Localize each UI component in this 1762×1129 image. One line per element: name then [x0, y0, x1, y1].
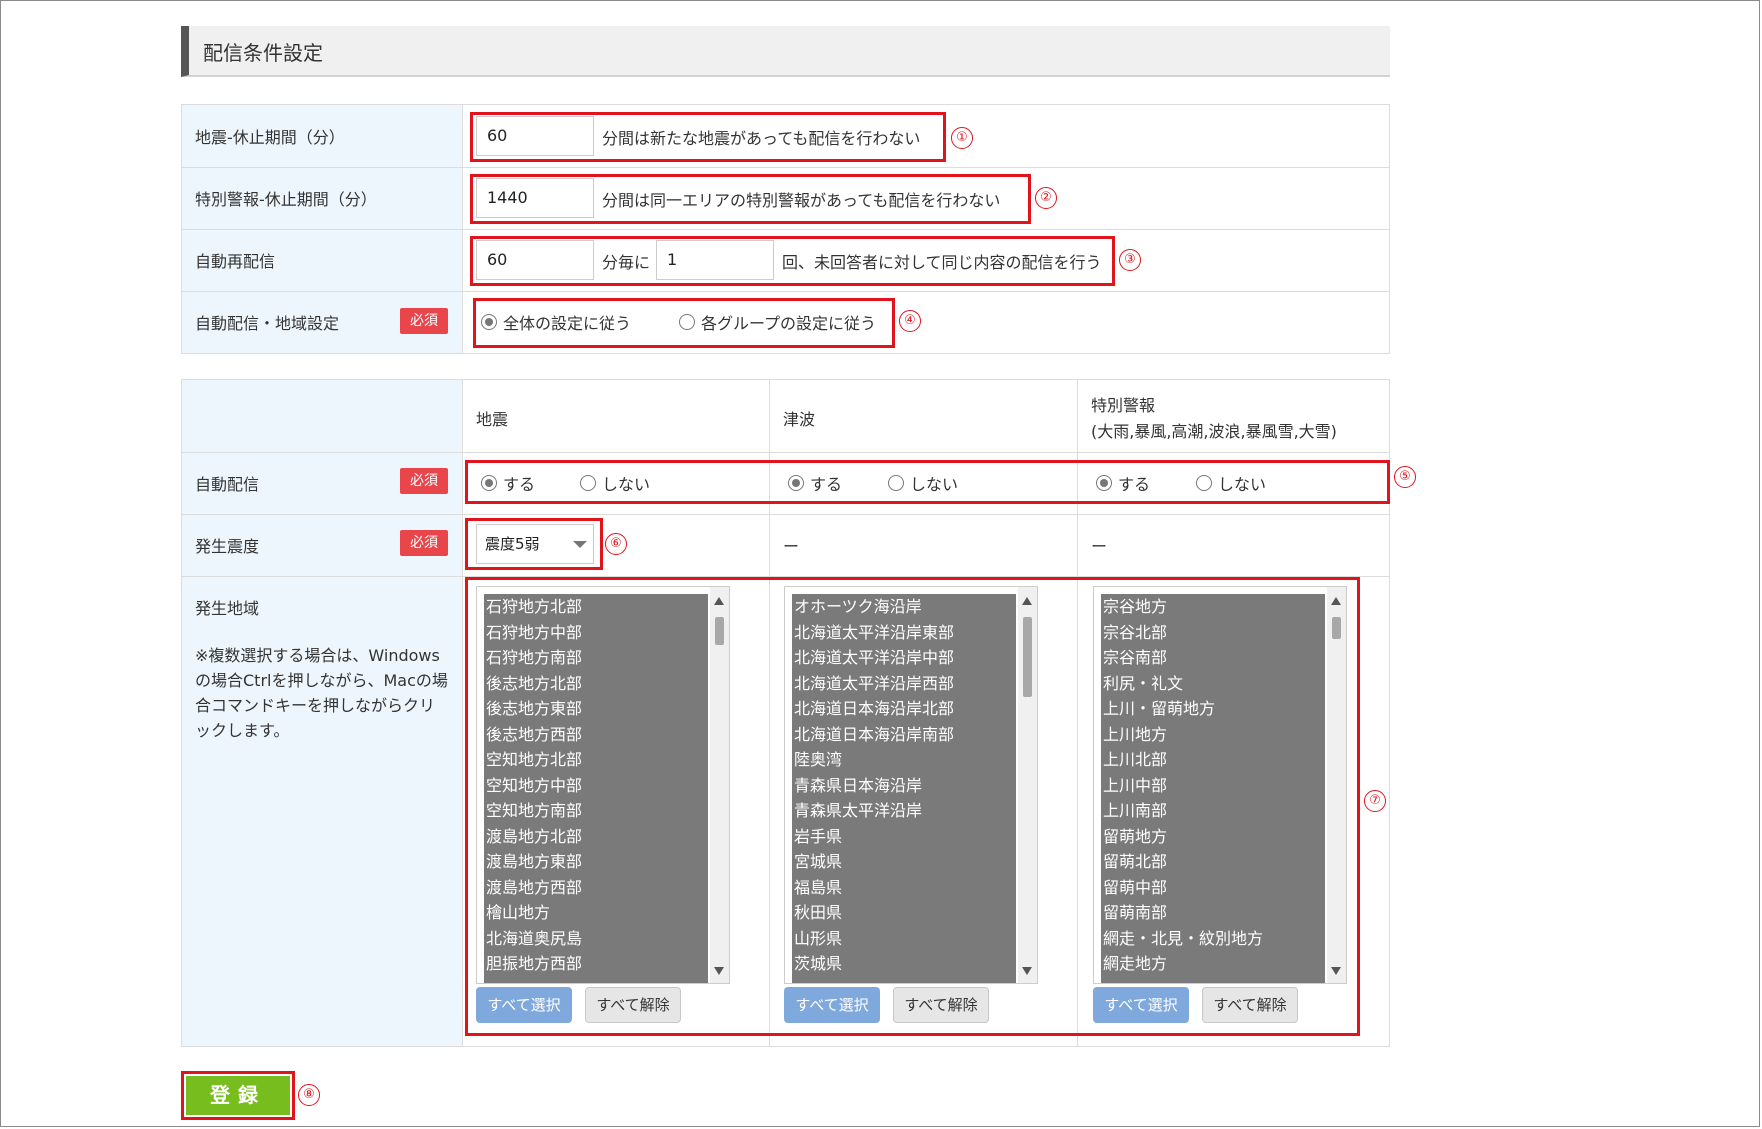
column-header-quake: 地震 — [476, 410, 509, 429]
tsunami-intensity-na: ー — [783, 537, 800, 556]
column-header-tsunami: 津波 — [783, 410, 816, 429]
highlight-box-7 — [465, 577, 1360, 1036]
warning-rest-label: 特別警報-休止期間（分） — [195, 190, 377, 209]
marker-3: ③ — [1119, 249, 1141, 271]
section-title: 配信条件設定 — [203, 41, 323, 65]
marker-5: ⑤ — [1394, 466, 1416, 488]
required-badge: 必須 — [400, 308, 448, 334]
highlight-box-3 — [470, 236, 1115, 286]
marker-2: ② — [1035, 187, 1057, 209]
highlight-box-1 — [470, 112, 946, 162]
highlight-box-4 — [473, 298, 895, 348]
warning-intensity-na: ー — [1091, 537, 1108, 556]
marker-4: ④ — [899, 310, 921, 332]
highlight-box-5 — [465, 460, 1390, 504]
marker-6: ⑥ — [605, 533, 627, 555]
region-setting-label: 自動配信・地域設定 — [195, 314, 340, 333]
redelivery-label: 自動再配信 — [195, 252, 276, 271]
required-badge: 必須 — [400, 468, 448, 494]
area-label: 発生地域 — [195, 599, 260, 618]
highlight-box-2 — [470, 174, 1031, 224]
intensity-label: 発生震度 — [195, 537, 260, 556]
area-note: ※複数選択する場合は、Windowsの場合Ctrlを押しながら、Macの場合コマ… — [195, 646, 448, 740]
quake-rest-label: 地震-休止期間（分） — [195, 128, 345, 147]
required-badge: 必須 — [400, 530, 448, 556]
auto-delivery-label: 自動配信 — [195, 475, 260, 494]
section-header — [181, 26, 1390, 77]
marker-1: ① — [951, 127, 973, 149]
marker-8: ⑧ — [298, 1084, 320, 1106]
highlight-box-6 — [465, 518, 603, 570]
marker-7: ⑦ — [1364, 790, 1386, 812]
column-header-warning: 特別警報 (大雨,暴風,高潮,波浪,暴風雪,大雪) — [1091, 396, 1337, 441]
submit-button[interactable]: 登録 — [186, 1076, 290, 1115]
